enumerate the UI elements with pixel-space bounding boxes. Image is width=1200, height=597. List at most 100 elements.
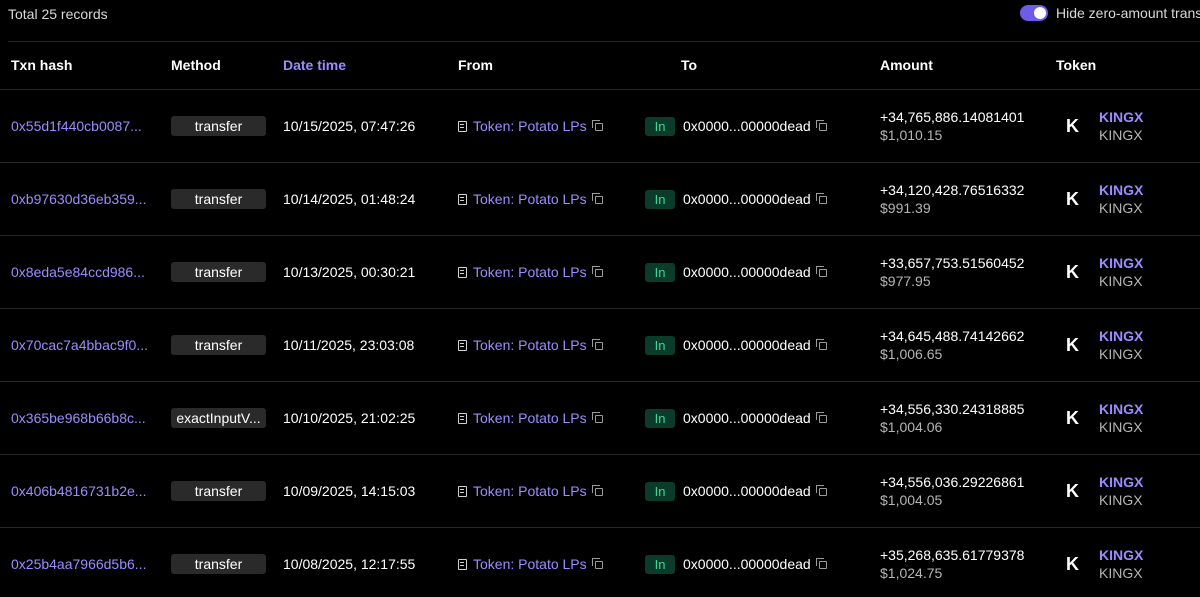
token-symbol-link[interactable]: KINGX (1099, 400, 1143, 418)
txn-hash-link[interactable]: 0x55d1f440cb0087... (11, 90, 159, 162)
method-cell: transfer (171, 528, 266, 597)
date-time: 10/15/2025, 07:47:26 (283, 118, 416, 134)
txn-hash-link[interactable]: 0x406b4816731b2e... (11, 455, 159, 527)
to-address[interactable]: 0x0000...00000dead (683, 264, 811, 280)
token-name: KINGX (1099, 200, 1143, 216)
total-records: Total 25 records (8, 6, 108, 22)
contract-icon (458, 339, 467, 351)
column-method: Method (171, 57, 221, 73)
copy-icon[interactable] (591, 193, 603, 204)
token-name: KINGX (1099, 346, 1143, 362)
date-time: 10/13/2025, 00:30:21 (283, 264, 416, 280)
date-time: 10/11/2025, 23:03:08 (283, 337, 415, 353)
direction-cell: In (645, 382, 675, 454)
from-address-link[interactable]: Token: Potato LPs (473, 410, 587, 426)
to-address[interactable]: 0x0000...00000dead (683, 118, 811, 134)
token-cell: KINGX KINGX (1099, 163, 1143, 235)
copy-icon[interactable] (591, 339, 603, 350)
token-logo: K (1066, 163, 1079, 235)
copy-icon[interactable] (815, 412, 827, 423)
to-address[interactable]: 0x0000...00000dead (683, 410, 811, 426)
usd-amount: $1,010.15 (880, 127, 943, 143)
txn-hash-link[interactable]: 0x8eda5e84ccd986... (11, 236, 159, 308)
token-symbol-link[interactable]: KINGX (1099, 473, 1143, 491)
from-cell: Token: Potato LPs (458, 528, 603, 597)
hide-zero-amount-control[interactable]: Hide zero-amount trans (1020, 5, 1200, 21)
token-symbol-link[interactable]: KINGX (1099, 546, 1143, 564)
direction-cell: In (645, 309, 675, 381)
method-cell: transfer (171, 455, 266, 527)
copy-icon[interactable] (591, 558, 603, 569)
txn-hash-link[interactable]: 0xb97630d36eb359... (11, 163, 159, 235)
copy-icon[interactable] (815, 193, 827, 204)
token-logo-glyph: K (1066, 480, 1079, 501)
toggle-knob (1034, 7, 1046, 19)
token-logo: K (1066, 90, 1079, 162)
column-token: Token (1056, 57, 1097, 73)
direction-cell: In (645, 236, 675, 308)
token-symbol-link[interactable]: KINGX (1099, 181, 1143, 199)
direction-badge: In (645, 335, 675, 355)
table-row: 0xb97630d36eb359... transfer 10/14/2025,… (0, 163, 1200, 236)
token-symbol-link[interactable]: KINGX (1099, 108, 1143, 126)
from-address-link[interactable]: Token: Potato LPs (473, 264, 587, 280)
direction-badge: In (645, 554, 675, 574)
token-logo: K (1066, 236, 1079, 308)
usd-amount: $1,024.75 (880, 565, 943, 581)
contract-icon (458, 266, 467, 278)
copy-icon[interactable] (591, 485, 603, 496)
table-row: 0x365be968b66b8c... exactInputV... 10/10… (0, 382, 1200, 455)
from-address-link[interactable]: Token: Potato LPs (473, 556, 587, 572)
table-row: 0x8eda5e84ccd986... transfer 10/13/2025,… (0, 236, 1200, 309)
to-address[interactable]: 0x0000...00000dead (683, 191, 811, 207)
to-cell: 0x0000...00000dead (683, 163, 827, 235)
token-amount: +35,268,635.61779378 (880, 547, 1025, 563)
to-address[interactable]: 0x0000...00000dead (683, 337, 811, 353)
usd-amount: $977.95 (880, 273, 931, 289)
txn-hash-link[interactable]: 0x70cac7a4bbac9f0... (11, 309, 159, 381)
from-address-link[interactable]: Token: Potato LPs (473, 191, 587, 207)
from-address-link[interactable]: Token: Potato LPs (473, 483, 587, 499)
copy-icon[interactable] (815, 558, 827, 569)
hide-zero-amount-toggle[interactable] (1020, 5, 1048, 21)
copy-icon[interactable] (815, 339, 827, 350)
to-address[interactable]: 0x0000...00000dead (683, 556, 811, 572)
direction-badge: In (645, 408, 675, 428)
contract-icon (458, 558, 467, 570)
column-date-time[interactable]: Date time (283, 57, 346, 73)
method-badge: transfer (171, 189, 266, 209)
usd-amount: $1,004.06 (880, 419, 943, 435)
hide-zero-amount-label[interactable]: Hide zero-amount trans (1056, 5, 1200, 21)
token-symbol-link[interactable]: KINGX (1099, 254, 1143, 272)
method-badge: transfer (171, 554, 266, 574)
copy-icon[interactable] (591, 120, 603, 131)
txn-hash-link[interactable]: 0x365be968b66b8c... (11, 382, 159, 454)
date-time: 10/09/2025, 14:15:03 (283, 483, 416, 499)
date-time: 10/14/2025, 01:48:24 (283, 191, 416, 207)
from-address-link[interactable]: Token: Potato LPs (473, 337, 587, 353)
table-header: Txn hash Method Date time From To Amount… (0, 42, 1200, 90)
token-amount: +33,657,753.51560452 (880, 255, 1025, 271)
method-badge: transfer (171, 335, 266, 355)
token-logo-glyph: K (1066, 407, 1079, 428)
method-cell: transfer (171, 236, 266, 308)
token-name: KINGX (1099, 565, 1143, 581)
column-txn-hash: Txn hash (11, 57, 73, 73)
token-logo-glyph: K (1066, 261, 1079, 282)
method-cell: transfer (171, 90, 266, 162)
to-address[interactable]: 0x0000...00000dead (683, 483, 811, 499)
copy-icon[interactable] (815, 120, 827, 131)
token-name: KINGX (1099, 127, 1143, 143)
to-cell: 0x0000...00000dead (683, 455, 827, 527)
copy-icon[interactable] (815, 266, 827, 277)
method-badge: transfer (171, 262, 266, 282)
token-logo-glyph: K (1066, 188, 1079, 209)
token-cell: KINGX KINGX (1099, 309, 1143, 381)
copy-icon[interactable] (815, 485, 827, 496)
token-amount: +34,556,330.24318885 (880, 401, 1025, 417)
txn-hash-link[interactable]: 0x25b4aa7966d5b6... (11, 528, 159, 597)
token-symbol-link[interactable]: KINGX (1099, 327, 1143, 345)
copy-icon[interactable] (591, 266, 603, 277)
from-address-link[interactable]: Token: Potato LPs (473, 118, 587, 134)
copy-icon[interactable] (591, 412, 603, 423)
